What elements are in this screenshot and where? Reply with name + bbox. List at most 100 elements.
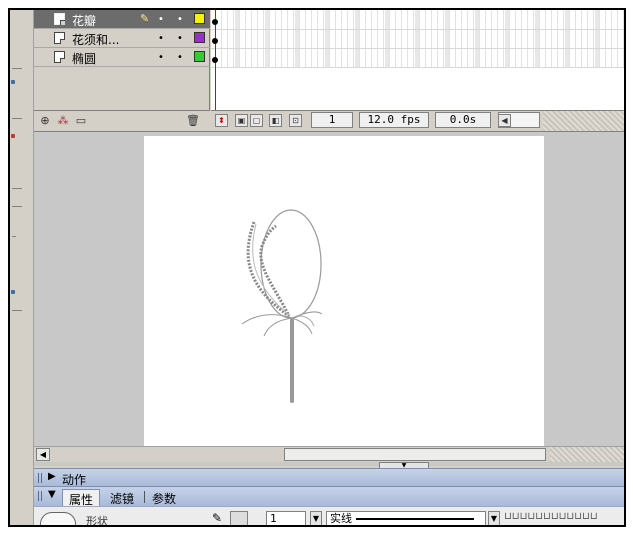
frame-cell[interactable] (415, 10, 420, 67)
frame-cell[interactable] (343, 10, 348, 67)
tool-indicator-icon[interactable] (11, 290, 15, 294)
frame-cell[interactable] (547, 10, 552, 67)
frame-cell[interactable] (355, 10, 360, 67)
layer-row-stamen[interactable]: 花须和... • • (34, 29, 210, 48)
onion-skin-icon[interactable]: ▣ (235, 114, 248, 127)
frame-cell[interactable] (367, 10, 372, 67)
frame-cell[interactable] (379, 10, 384, 67)
add-layer-icon[interactable]: ⊕ (38, 114, 52, 127)
lock-toggle[interactable]: • (177, 14, 183, 25)
scroll-left-icon[interactable]: ◀ (498, 114, 511, 127)
frame-cell[interactable] (235, 10, 240, 67)
frame-cell[interactable] (427, 10, 432, 67)
visibility-toggle[interactable]: • (158, 14, 164, 25)
onion-outline-icon[interactable]: ▢ (250, 114, 263, 127)
petal-ellipse[interactable] (260, 209, 322, 319)
keyframe-marker[interactable] (212, 19, 218, 25)
frame-cell[interactable] (601, 10, 606, 67)
tab-filters[interactable]: 滤镜 (104, 489, 140, 507)
frame-cell[interactable] (277, 10, 282, 67)
collapse-arrow-icon[interactable]: ▼ (48, 489, 56, 500)
keyframe-marker[interactable] (212, 38, 218, 44)
stroke-height-dropdown-icon[interactable]: ▼ (310, 511, 322, 525)
frame-rate-field[interactable]: 12.0 fps (359, 112, 429, 128)
cap-options-strip[interactable]: ⊔⊔⊔⊔⊔⊔⊔⊔⊔⊔⊔⊔ (504, 511, 624, 525)
frame-cell[interactable] (259, 10, 264, 67)
frame-cell[interactable] (619, 10, 624, 67)
frame-cell[interactable] (481, 10, 486, 67)
frame-cell[interactable] (247, 10, 252, 67)
stroke-height-field[interactable]: 1 (266, 511, 306, 525)
actions-panel-header[interactable]: ▶ 动作 (34, 468, 624, 487)
edit-multiple-frames-icon[interactable]: ◧ (269, 114, 282, 127)
frame-cell[interactable] (325, 10, 330, 67)
stroke-color-swatch[interactable] (230, 511, 248, 525)
frame-cell[interactable] (319, 10, 324, 67)
frame-cell[interactable] (445, 10, 450, 67)
frame-cell[interactable] (469, 10, 474, 67)
frame-cell[interactable] (307, 10, 312, 67)
frame-cell[interactable] (349, 10, 354, 67)
keyframe-marker[interactable] (212, 57, 218, 63)
frame-cell[interactable] (499, 10, 504, 67)
frame-cell[interactable] (493, 10, 498, 67)
tab-properties[interactable]: 属性 (62, 489, 101, 507)
frame-cell[interactable] (301, 10, 306, 67)
frame-cell[interactable] (283, 10, 288, 67)
frame-cell[interactable] (511, 10, 516, 67)
frame-cell[interactable] (553, 10, 558, 67)
lock-toggle[interactable]: • (177, 52, 183, 63)
pencil-icon[interactable]: ✎ (212, 511, 222, 525)
frame-cell[interactable] (421, 10, 426, 67)
lock-toggle[interactable]: • (177, 33, 183, 44)
frame-cell[interactable] (577, 10, 582, 67)
tool-indicator-icon[interactable] (11, 80, 15, 84)
frame-cell[interactable] (313, 10, 318, 67)
frame-cell[interactable] (409, 10, 414, 67)
stage-canvas[interactable] (144, 136, 544, 446)
center-frame-icon[interactable]: ⬍ (215, 114, 228, 127)
frame-cell[interactable] (337, 10, 342, 67)
frame-cell[interactable] (265, 10, 270, 67)
tool-indicator-icon[interactable] (11, 134, 15, 138)
frame-cell[interactable] (391, 10, 396, 67)
outline-color-swatch[interactable] (194, 32, 205, 43)
frame-cell[interactable] (559, 10, 564, 67)
outline-color-swatch[interactable] (194, 13, 205, 24)
frame-cell[interactable] (463, 10, 468, 67)
frame-cell[interactable] (223, 10, 228, 67)
frame-cell[interactable] (505, 10, 510, 67)
frame-cell[interactable] (607, 10, 612, 67)
frame-cell[interactable] (475, 10, 480, 67)
layer-row-ellipse[interactable]: 椭圆 • • (34, 48, 210, 67)
frame-cell[interactable] (523, 10, 528, 67)
expand-arrow-icon[interactable]: ▶ (48, 471, 56, 482)
frame-cell[interactable] (517, 10, 522, 67)
add-folder-icon[interactable]: ▭ (74, 114, 88, 127)
petal-outline[interactable] (246, 221, 291, 318)
frame-cell[interactable] (385, 10, 390, 67)
panel-grip[interactable] (38, 491, 44, 501)
visibility-toggle[interactable]: • (158, 33, 164, 44)
stroke-style-dropdown-icon[interactable]: ▼ (488, 511, 500, 525)
frame-cell[interactable] (487, 10, 492, 67)
frame-cell[interactable] (229, 10, 234, 67)
frame-grid[interactable] (211, 10, 624, 110)
frame-cell[interactable] (451, 10, 456, 67)
frame-cell[interactable] (529, 10, 534, 67)
frame-cell[interactable] (295, 10, 300, 67)
frame-cell[interactable] (439, 10, 444, 67)
frame-cell[interactable] (541, 10, 546, 67)
frame-cell[interactable] (595, 10, 600, 67)
onion-markers-icon[interactable]: ⊡ (289, 114, 302, 127)
outline-color-swatch[interactable] (194, 51, 205, 62)
frame-cell[interactable] (397, 10, 402, 67)
tab-parameters[interactable]: 参数 (146, 489, 182, 507)
frame-cell[interactable] (433, 10, 438, 67)
add-guide-layer-icon[interactable]: ⁂ (56, 114, 70, 127)
frame-cell[interactable] (271, 10, 276, 67)
layer-row-petal[interactable]: 花瓣 ✎ • • (34, 10, 210, 29)
frame-cell[interactable] (373, 10, 378, 67)
frame-cell[interactable] (331, 10, 336, 67)
frame-cell[interactable] (289, 10, 294, 67)
